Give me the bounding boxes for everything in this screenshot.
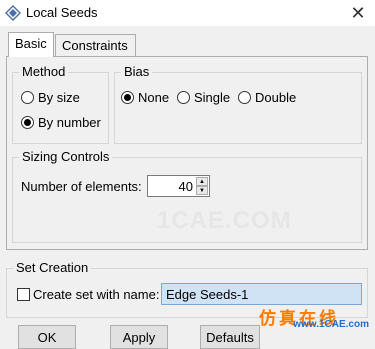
number-of-elements-label: Number of elements: <box>21 179 142 194</box>
radio-by-number-indicator[interactable] <box>21 116 34 129</box>
tab-basic[interactable]: Basic <box>8 32 54 57</box>
bias-legend: Bias <box>121 64 153 79</box>
site-watermark: 仿真在线 www.1CAE.com <box>259 304 369 330</box>
radio-by-size[interactable]: By size <box>21 90 80 105</box>
create-set-label: Create set with name: <box>33 287 160 302</box>
sizing-legend: Sizing Controls <box>19 149 113 164</box>
apply-button[interactable]: Apply <box>110 325 168 349</box>
defaults-button[interactable]: Defaults <box>200 325 260 349</box>
title-bar: Local Seeds ✕ <box>0 0 375 26</box>
window-title: Local Seeds <box>26 5 98 20</box>
method-legend: Method <box>19 64 69 79</box>
radio-bias-none-label: None <box>138 90 170 105</box>
set-creation-legend: Set Creation <box>13 260 92 275</box>
radio-bias-none[interactable]: None <box>121 90 169 105</box>
spinner-arrows: ▲ ▼ <box>196 177 208 195</box>
app-icon <box>5 5 21 21</box>
radio-by-number-label: By number <box>38 115 101 130</box>
ok-button[interactable]: OK <box>18 325 76 349</box>
bias-group: Bias <box>114 64 362 144</box>
radio-by-number[interactable]: By number <box>21 115 101 130</box>
radio-bias-single[interactable]: Single <box>177 90 230 105</box>
spin-up-icon[interactable]: ▲ <box>196 177 208 186</box>
radio-bias-single-indicator[interactable] <box>177 91 190 104</box>
radio-bias-double-indicator[interactable] <box>238 91 251 104</box>
radio-by-size-indicator[interactable] <box>21 91 34 104</box>
set-name-input[interactable]: Edge Seeds-1 <box>161 283 362 305</box>
sizing-controls-group: Sizing Controls <box>12 149 362 243</box>
create-set-checkbox[interactable] <box>17 288 30 301</box>
radio-bias-double-label: Double <box>255 90 297 105</box>
radio-bias-double[interactable]: Double <box>238 90 296 105</box>
radio-bias-none-indicator[interactable] <box>121 91 134 104</box>
radio-bias-single-label: Single <box>194 90 231 105</box>
tab-constraints[interactable]: Constraints <box>55 34 136 56</box>
radio-by-size-label: By size <box>38 90 80 105</box>
close-button[interactable]: ✕ <box>341 0 375 26</box>
number-of-elements-spinner[interactable]: 40 ▲ ▼ <box>147 175 210 197</box>
spin-down-icon[interactable]: ▼ <box>196 186 208 195</box>
watermark-url: www.1CAE.com <box>293 319 369 330</box>
method-group: Method <box>12 64 109 144</box>
number-of-elements-value[interactable]: 40 <box>179 179 193 194</box>
